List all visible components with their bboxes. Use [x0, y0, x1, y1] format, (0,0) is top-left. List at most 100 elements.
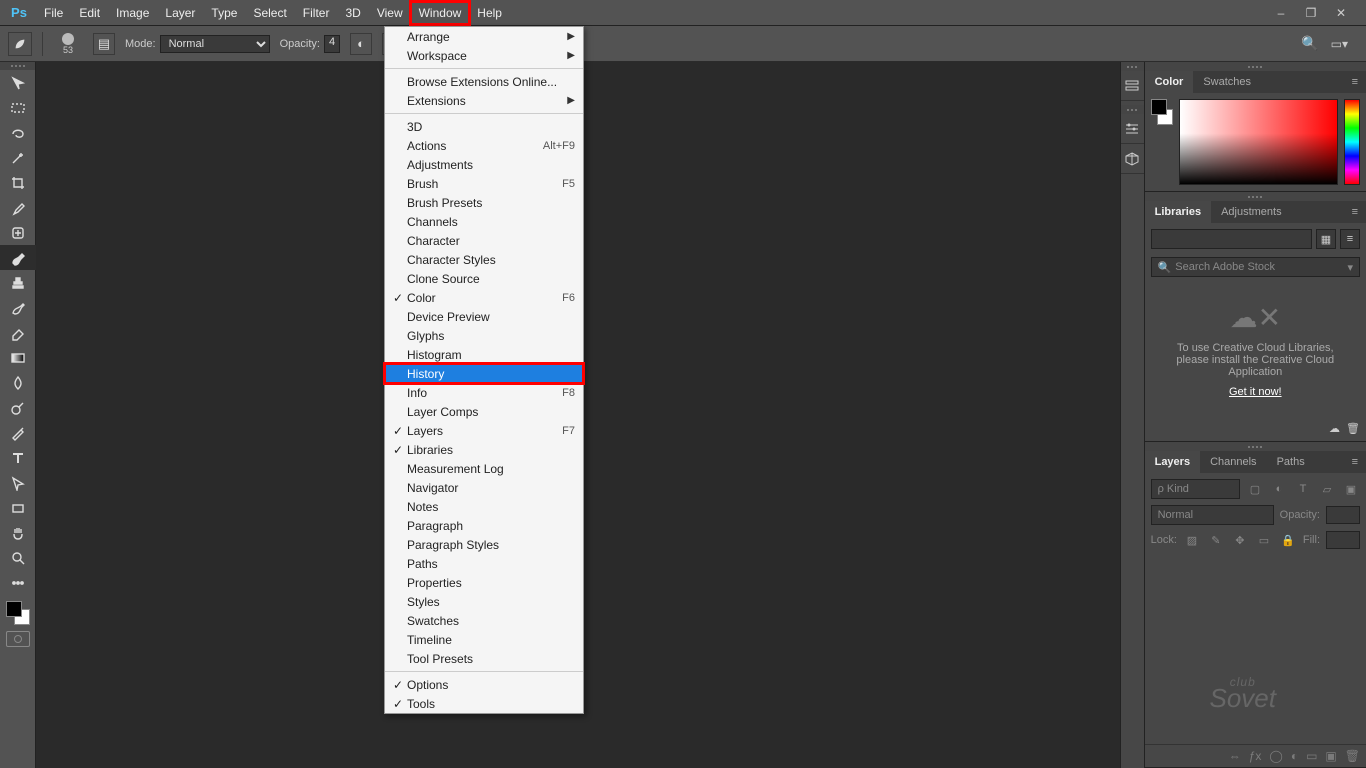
menu-item-tool-presets[interactable]: Tool Presets: [385, 649, 583, 668]
menu-item-extensions[interactable]: Extensions▶: [385, 91, 583, 110]
wand-tool[interactable]: [0, 145, 36, 170]
stamp-tool[interactable]: [0, 270, 36, 295]
minimize-button[interactable]: –: [1270, 6, 1292, 20]
tab-libraries[interactable]: Libraries: [1145, 201, 1211, 223]
menu-item-layer-comps[interactable]: Layer Comps: [385, 402, 583, 421]
layer-blend-select[interactable]: Normal: [1151, 505, 1274, 525]
menu-filter[interactable]: Filter: [295, 2, 338, 24]
tab-channels[interactable]: Channels: [1200, 451, 1266, 473]
menu-item-color[interactable]: ✓ColorF6: [385, 288, 583, 307]
filter-smart-icon[interactable]: ▣: [1342, 480, 1360, 498]
menu-item-device-preview[interactable]: Device Preview: [385, 307, 583, 326]
menu-layer[interactable]: Layer: [157, 2, 203, 24]
lock-pos-icon[interactable]: ✥: [1231, 531, 1249, 549]
menu-item-libraries[interactable]: ✓Libraries: [385, 440, 583, 459]
menu-item-brush[interactable]: BrushF5: [385, 174, 583, 193]
menu-item-history[interactable]: History: [385, 364, 583, 383]
menu-item-clone-source[interactable]: Clone Source: [385, 269, 583, 288]
menu-item-info[interactable]: InfoF8: [385, 383, 583, 402]
blur-tool[interactable]: [0, 370, 36, 395]
menu-item-character-styles[interactable]: Character Styles: [385, 250, 583, 269]
group-icon[interactable]: ▭: [1306, 749, 1317, 763]
menu-item-workspace[interactable]: Workspace▶: [385, 46, 583, 65]
history-brush-tool[interactable]: [0, 295, 36, 320]
menu-type[interactable]: Type: [203, 2, 245, 24]
mask-icon[interactable]: ◯: [1269, 749, 1282, 763]
quickmask-toggle[interactable]: [6, 631, 30, 647]
library-select[interactable]: [1151, 229, 1312, 249]
dodge-tool[interactable]: [0, 395, 36, 420]
menu-item-tools[interactable]: ✓Tools: [385, 694, 583, 713]
pen-tool[interactable]: [0, 420, 36, 445]
menu-item-character[interactable]: Character: [385, 231, 583, 250]
menu-item-3d[interactable]: 3D: [385, 117, 583, 136]
eraser-tool[interactable]: [0, 320, 36, 345]
menu-3d[interactable]: 3D: [337, 2, 368, 24]
new-layer-icon[interactable]: ▣: [1325, 749, 1336, 763]
filter-adjust-icon[interactable]: ◐: [1270, 480, 1288, 498]
color-field[interactable]: [1179, 99, 1338, 185]
filter-pixel-icon[interactable]: ▢: [1246, 480, 1264, 498]
filter-type-icon[interactable]: T: [1294, 480, 1312, 498]
lasso-tool[interactable]: [0, 120, 36, 145]
color-panel-swatch[interactable]: [1151, 99, 1173, 125]
zoom-tool[interactable]: [0, 545, 36, 570]
path-sel-tool[interactable]: [0, 470, 36, 495]
filter-shape-icon[interactable]: ▱: [1318, 480, 1336, 498]
delete-icon[interactable]: 🗑: [1346, 422, 1360, 435]
menu-edit[interactable]: Edit: [71, 2, 108, 24]
libraries-panel-menu-icon[interactable]: ≡: [1344, 206, 1366, 218]
brush-preview[interactable]: 53: [53, 29, 83, 59]
menu-select[interactable]: Select: [245, 2, 294, 24]
fx-icon[interactable]: ƒx: [1249, 749, 1262, 763]
type-tool[interactable]: [0, 445, 36, 470]
more-tool[interactable]: [0, 570, 36, 595]
crop-tool[interactable]: [0, 170, 36, 195]
blend-mode-select[interactable]: Normal: [160, 35, 270, 53]
lib-grid-view-icon[interactable]: ▦: [1316, 229, 1336, 249]
menu-item-swatches[interactable]: Swatches: [385, 611, 583, 630]
menu-view[interactable]: View: [369, 2, 411, 24]
layer-opacity-input[interactable]: [1326, 506, 1360, 524]
color-panel-menu-icon[interactable]: ≡: [1344, 76, 1366, 88]
layer-fill-input[interactable]: [1326, 531, 1360, 549]
menu-window[interactable]: Window: [411, 2, 470, 24]
menu-item-channels[interactable]: Channels: [385, 212, 583, 231]
menu-item-histogram[interactable]: Histogram: [385, 345, 583, 364]
lock-pixel-icon[interactable]: ✎: [1207, 531, 1225, 549]
tool-preset-button[interactable]: [8, 32, 32, 56]
menu-item-browse-extensions-online-[interactable]: Browse Extensions Online...: [385, 72, 583, 91]
search-icon[interactable]: 🔍: [1301, 35, 1318, 52]
menu-item-brush-presets[interactable]: Brush Presets: [385, 193, 583, 212]
rect-tool[interactable]: [0, 495, 36, 520]
menu-image[interactable]: Image: [108, 2, 157, 24]
adjustment-layer-icon[interactable]: ◐: [1291, 749, 1298, 763]
move-tool[interactable]: [0, 70, 36, 95]
trash-icon[interactable]: 🗑: [1345, 749, 1360, 763]
lock-trans-icon[interactable]: ▨: [1183, 531, 1201, 549]
lock-artboard-icon[interactable]: ▭: [1255, 531, 1273, 549]
lib-list-view-icon[interactable]: ≡: [1340, 229, 1360, 249]
layers-panel-menu-icon[interactable]: ≡: [1344, 456, 1366, 468]
workspace-switcher[interactable]: ▭▾: [1331, 37, 1348, 51]
tab-paths[interactable]: Paths: [1267, 451, 1315, 473]
properties-panel-icon[interactable]: [1121, 114, 1144, 144]
history-panel-icon[interactable]: [1121, 71, 1144, 101]
menu-item-options[interactable]: ✓Options: [385, 675, 583, 694]
hand-tool[interactable]: [0, 520, 36, 545]
menu-help[interactable]: Help: [469, 2, 510, 24]
brush-tool[interactable]: [0, 245, 36, 270]
heal-tool[interactable]: [0, 220, 36, 245]
menu-item-navigator[interactable]: Navigator: [385, 478, 583, 497]
cloud-sync-icon[interactable]: ☁: [1329, 422, 1340, 435]
eyedropper-tool[interactable]: [0, 195, 36, 220]
lock-all-icon[interactable]: 🔒: [1279, 531, 1297, 549]
hue-slider[interactable]: [1344, 99, 1360, 185]
menu-item-paragraph[interactable]: Paragraph: [385, 516, 583, 535]
tab-layers[interactable]: Layers: [1145, 451, 1200, 473]
menu-item-paths[interactable]: Paths: [385, 554, 583, 573]
3d-panel-icon[interactable]: [1121, 144, 1144, 174]
brush-panel-toggle[interactable]: ▤: [93, 33, 115, 55]
menu-item-paragraph-styles[interactable]: Paragraph Styles: [385, 535, 583, 554]
layer-filter-kind[interactable]: ρ Kind: [1151, 479, 1240, 499]
